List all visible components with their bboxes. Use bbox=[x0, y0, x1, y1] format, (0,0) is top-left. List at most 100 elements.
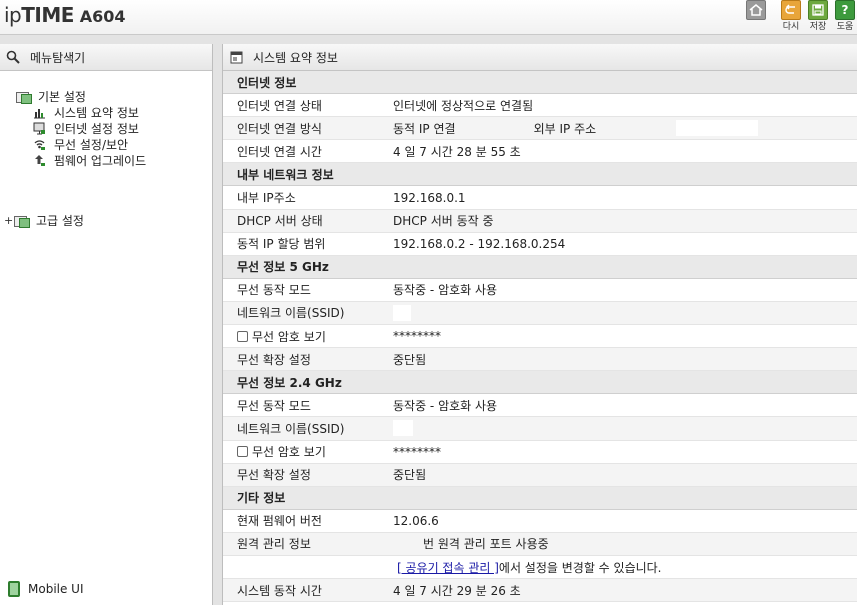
show-password-checkbox[interactable] bbox=[237, 330, 248, 342]
tree-item-internet-settings[interactable]: 인터넷 설정 정보 bbox=[32, 120, 139, 137]
tree-advanced-settings[interactable]: + 고급 설정 bbox=[4, 212, 84, 229]
home-button[interactable] bbox=[745, 0, 767, 20]
redo-label: 다시 bbox=[782, 22, 800, 32]
row-label: 인터넷 연결 방식 bbox=[237, 121, 322, 136]
save-icon bbox=[808, 0, 828, 20]
row-wifi24-mode: 무선 동작 모드 동작중 - 암호화 사용 bbox=[223, 394, 857, 418]
tree-basic-settings[interactable]: 기본 설정 bbox=[16, 88, 86, 105]
system-summary-panel: 시스템 요약 정보 인터넷 정보 인터넷 연결 상태 인터넷에 정상적으로 연결… bbox=[222, 44, 857, 605]
row-value: ******** bbox=[393, 444, 441, 459]
row-label: DHCP 서버 상태 bbox=[237, 214, 323, 229]
row-wifi5-extension: 무선 확장 설정 중단됨 bbox=[223, 348, 857, 372]
row-remote-management: 원격 관리 정보 번 원격 관리 포트 사용중 bbox=[223, 532, 857, 556]
section-wifi-5ghz: 무선 정보 5 GHz bbox=[223, 255, 857, 279]
row-value: 4 일 7 시간 28 분 55 초 bbox=[393, 144, 521, 159]
home-icon bbox=[746, 0, 766, 20]
row-value: 중단됨 bbox=[393, 468, 427, 483]
row-value: 동작중 - 암호화 사용 bbox=[393, 283, 498, 298]
row-value: 중단됨 bbox=[393, 352, 427, 367]
row-value: [ 공유기 접속 관리 ] 에서 설정을 변경할 수 있습니다. bbox=[393, 559, 857, 576]
row-wifi5-ssid: 네트워크 이름(SSID) bbox=[223, 301, 857, 326]
method-value: 동적 IP 연결 bbox=[393, 121, 456, 136]
row-dhcp-status: DHCP 서버 상태 DHCP 서버 동작 중 bbox=[223, 209, 857, 233]
section-title: 내부 네트워크 정보 bbox=[237, 167, 334, 182]
wireless-icon bbox=[32, 138, 46, 152]
row-label: 무선 동작 모드 bbox=[237, 283, 311, 298]
help-icon: ? bbox=[835, 0, 855, 20]
help-label: 도움 bbox=[836, 22, 854, 32]
row-label: 네트워크 이름(SSID) bbox=[237, 421, 345, 436]
section-title: 기타 정보 bbox=[237, 491, 286, 506]
remote-access-link[interactable]: [ 공유기 접속 관리 ] bbox=[397, 559, 499, 576]
row-label: 동적 IP 할당 범위 bbox=[237, 237, 326, 252]
row-value bbox=[393, 304, 857, 321]
row-dhcp-range: 동적 IP 할당 범위 192.168.0.2 - 192.168.0.254 bbox=[223, 233, 857, 256]
ssid-value bbox=[393, 420, 413, 437]
row-value: 192.168.0.2 - 192.168.0.254 bbox=[393, 236, 566, 251]
row-wifi5-mode: 무선 동작 모드 동작중 - 암호화 사용 bbox=[223, 279, 857, 302]
section-title: 무선 정보 2.4 GHz bbox=[237, 375, 342, 390]
external-ip-value bbox=[676, 120, 759, 137]
remote-note-text: 에서 설정을 변경할 수 있습니다. bbox=[498, 560, 662, 575]
tree-item-label: 인터넷 설정 정보 bbox=[54, 122, 139, 136]
mobile-ui-label: Mobile UI bbox=[28, 582, 84, 596]
row-value: ******** bbox=[393, 329, 441, 344]
row-label: 현재 펌웨어 버전 bbox=[237, 514, 322, 529]
expand-plus-icon[interactable]: + bbox=[4, 214, 13, 227]
menu-explorer-header: 메뉴탐색기 bbox=[0, 44, 212, 71]
redo-button[interactable]: 다시 bbox=[780, 0, 802, 33]
iptime-logo: ipTIME A604 bbox=[4, 3, 126, 27]
save-label: 저장 bbox=[809, 22, 827, 32]
section-title: 인터넷 정보 bbox=[237, 75, 297, 90]
row-value: 4 일 7 시간 29 분 26 초 bbox=[393, 583, 521, 598]
row-value: 동적 IP 연결 외부 IP 주소 bbox=[393, 120, 857, 137]
summary-table: 인터넷 정보 인터넷 연결 상태 인터넷에 정상적으로 연결됨 인터넷 연결 방… bbox=[223, 71, 857, 603]
row-lan-ip: 내부 IP주소 192.168.0.1 bbox=[223, 186, 857, 210]
remote-port-text: 번 원격 관리 포트 사용중 bbox=[423, 537, 549, 552]
section-etc: 기타 정보 bbox=[223, 486, 857, 510]
tree-item-firmware-upgrade[interactable]: 펌웨어 업그레이드 bbox=[32, 152, 146, 169]
section-title: 무선 정보 5 GHz bbox=[237, 260, 329, 275]
section-internet: 인터넷 정보 bbox=[223, 71, 857, 95]
row-wifi24-ssid: 네트워크 이름(SSID) bbox=[223, 417, 857, 441]
save-button[interactable]: 저장 bbox=[807, 0, 829, 33]
logo-time-text: TIME bbox=[21, 3, 74, 27]
row-value: DHCP 서버 동작 중 bbox=[393, 214, 494, 229]
tree-item-label: 무선 설정/보안 bbox=[54, 138, 129, 152]
row-wifi5-password: 무선 암호 보기 ******** bbox=[223, 325, 857, 349]
ssid-value bbox=[393, 304, 411, 321]
redo-icon bbox=[781, 0, 801, 20]
row-value: 192.168.0.1 bbox=[393, 190, 466, 205]
show-password-label: 무선 암호 보기 bbox=[252, 329, 326, 344]
row-label: 무선 확장 설정 bbox=[237, 468, 311, 483]
help-button[interactable]: ? 도움 bbox=[834, 0, 856, 33]
mobile-ui-link[interactable]: Mobile UI bbox=[8, 581, 84, 597]
model-name: A604 bbox=[79, 7, 126, 26]
folder-icon bbox=[16, 90, 32, 104]
row-internet-method: 인터넷 연결 방식 동적 IP 연결 외부 IP 주소 bbox=[223, 117, 857, 141]
show-password-checkbox[interactable] bbox=[237, 446, 248, 458]
tree-item-wireless-settings[interactable]: 무선 설정/보안 bbox=[32, 136, 128, 153]
tree-item-label: 시스템 요약 정보 bbox=[54, 106, 139, 120]
folder-icon bbox=[14, 214, 30, 228]
row-value: 12.06.6 bbox=[393, 513, 439, 528]
row-label: 무선 동작 모드 bbox=[237, 398, 311, 413]
remote-port-value bbox=[393, 535, 423, 552]
row-label: 네트워크 이름(SSID) bbox=[237, 306, 345, 321]
external-ip-label: 외부 IP 주소 bbox=[533, 121, 597, 136]
row-internet-time: 인터넷 연결 시간 4 일 7 시간 28 분 55 초 bbox=[223, 140, 857, 164]
upgrade-icon bbox=[32, 154, 46, 168]
row-label: 무선 암호 보기 bbox=[223, 328, 393, 345]
mobile-phone-icon bbox=[8, 581, 20, 597]
row-wifi24-password: 무선 암호 보기 ******** bbox=[223, 441, 857, 464]
tree-item-system-summary[interactable]: 시스템 요약 정보 bbox=[32, 104, 139, 121]
row-value: 인터넷에 정상적으로 연결됨 bbox=[393, 98, 534, 113]
section-wifi-24ghz: 무선 정보 2.4 GHz bbox=[223, 371, 857, 395]
tree-basic-label: 기본 설정 bbox=[38, 90, 86, 104]
row-label: 무선 확장 설정 bbox=[237, 352, 311, 367]
menu-explorer-panel: 메뉴탐색기 기본 설정 시스템 요약 정보 인터넷 설정 정보 무선 설정/보안 bbox=[0, 44, 213, 605]
row-label: 무선 암호 보기 bbox=[223, 443, 393, 460]
system-summary-title: 시스템 요약 정보 bbox=[253, 50, 338, 65]
row-label: 원격 관리 정보 bbox=[237, 537, 311, 552]
row-wifi24-extension: 무선 확장 설정 중단됨 bbox=[223, 463, 857, 487]
